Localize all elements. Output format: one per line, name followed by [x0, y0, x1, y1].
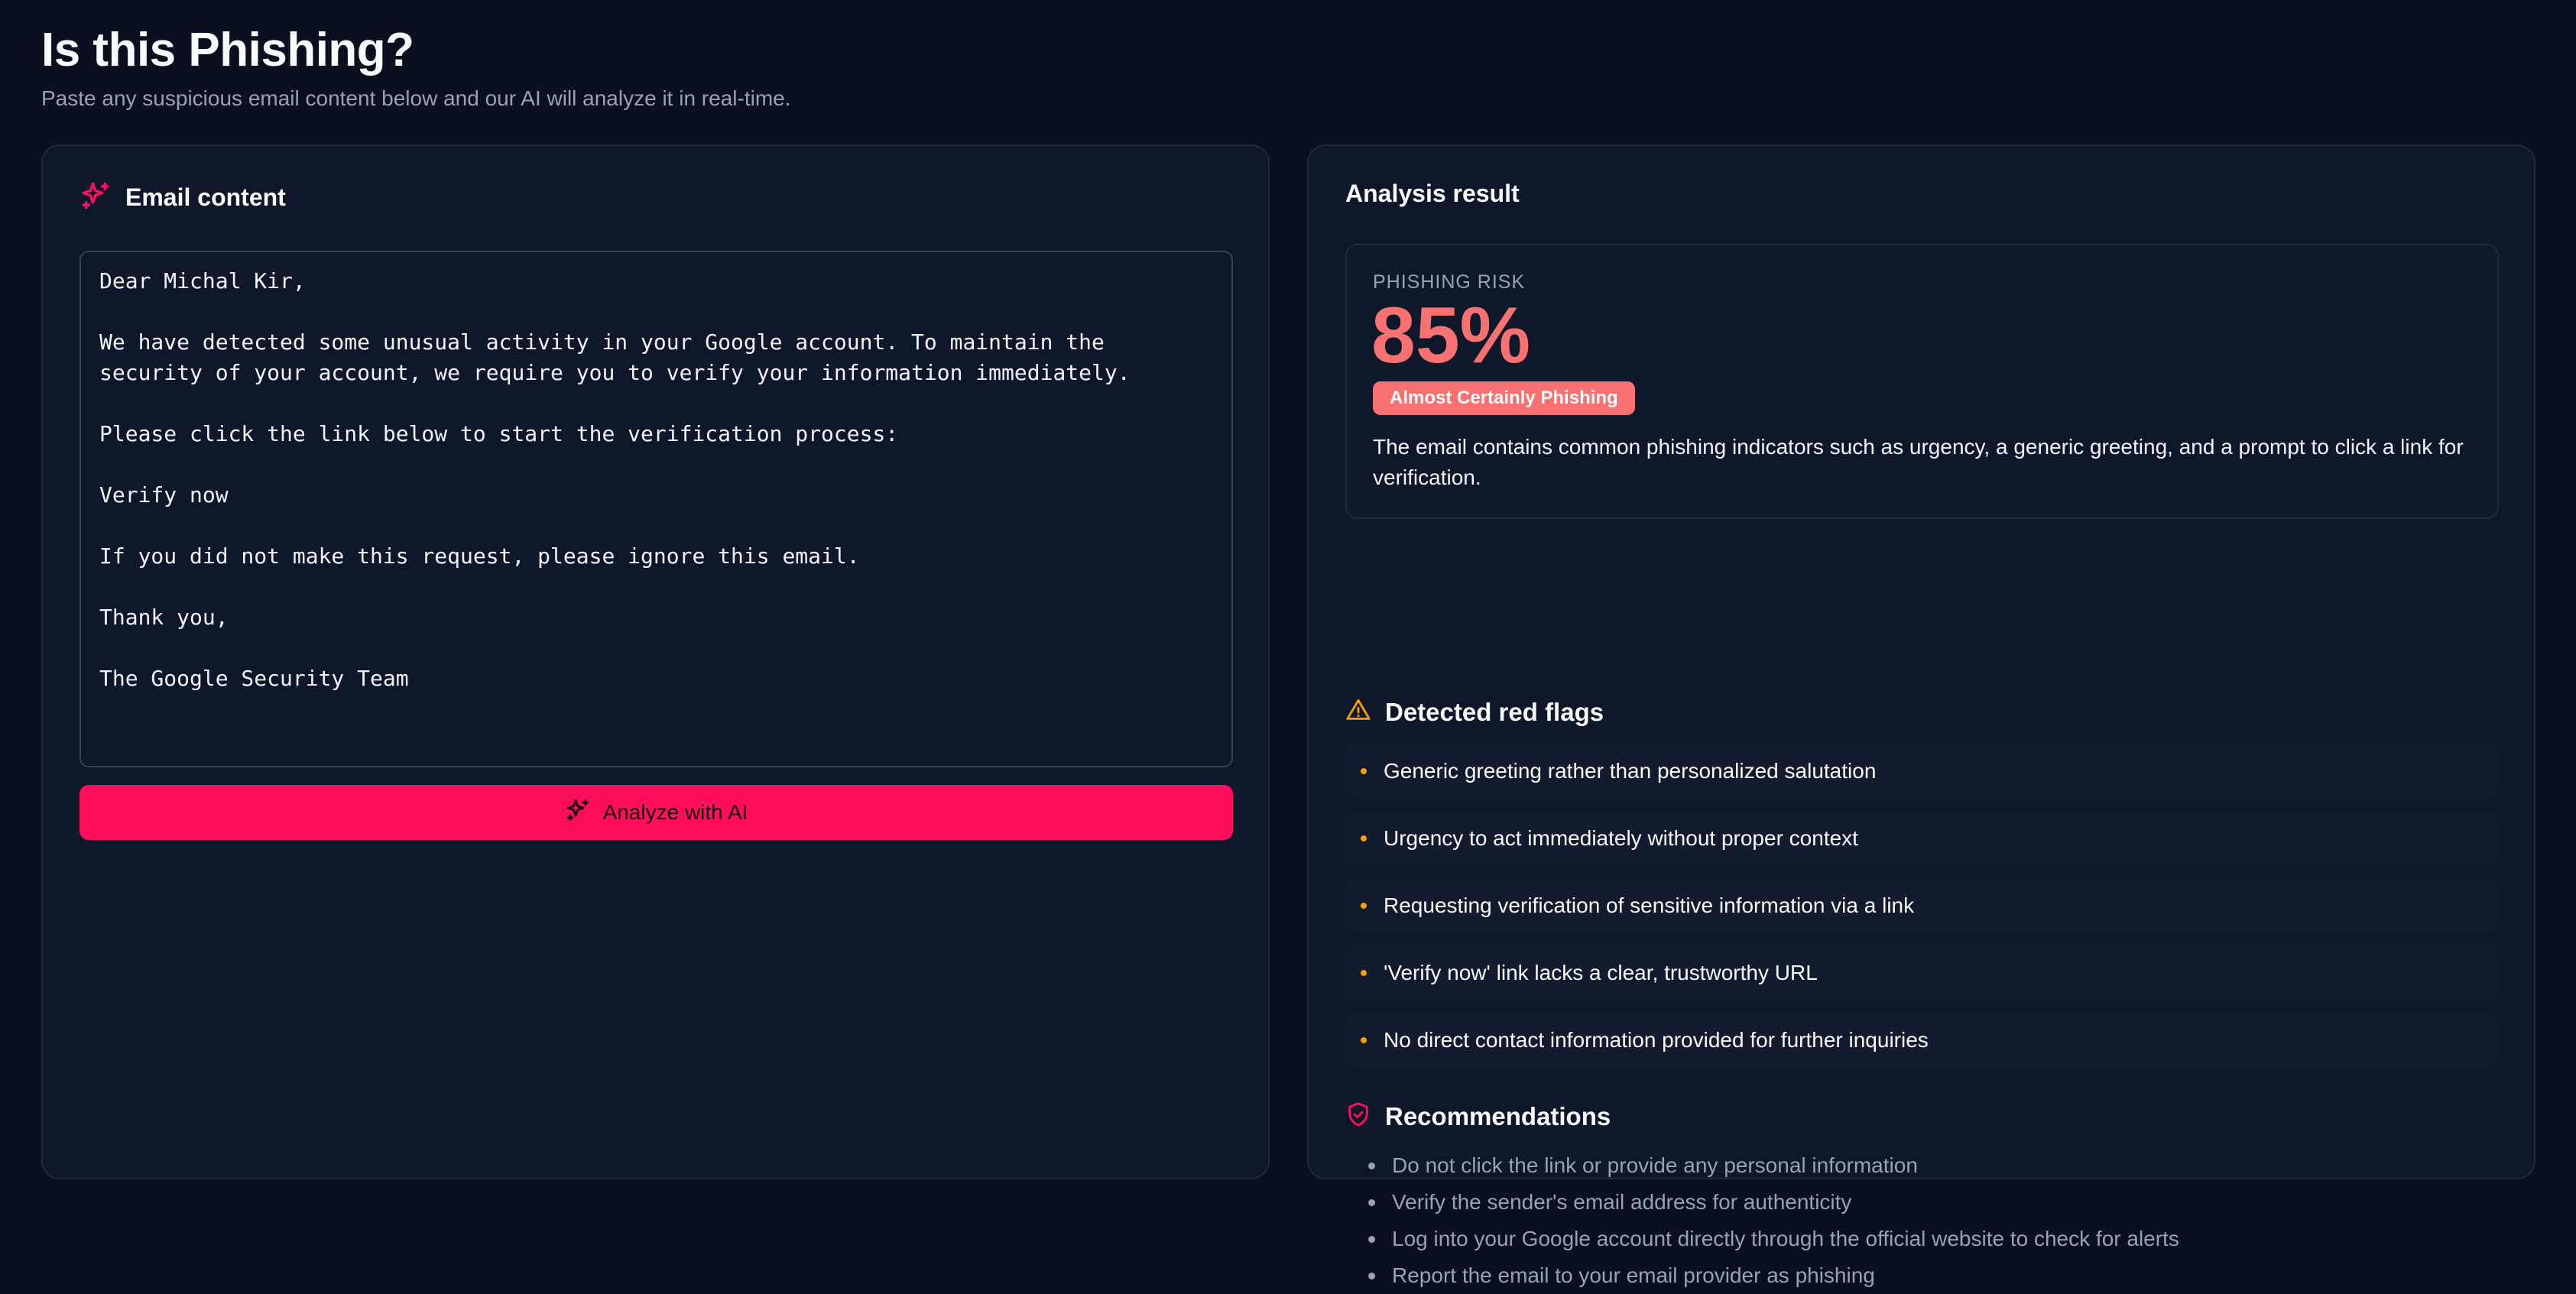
email-content-textarea[interactable]: Dear Michal Kir, We have detected some u…	[79, 251, 1233, 767]
list-item: Report the email to your email provider …	[1368, 1257, 2179, 1294]
recommendations-title: Recommendations	[1385, 1101, 1611, 1130]
recommendations-header: Recommendations	[1345, 1101, 1611, 1131]
page-subtitle: Paste any suspicious email content below…	[41, 86, 791, 110]
page-title: Is this Phishing?	[41, 24, 414, 76]
recommendations-list: Do not click the link or provide any per…	[1368, 1147, 2179, 1294]
flag-text: No direct contact information provided f…	[1384, 1028, 1929, 1052]
bullet-icon	[1361, 835, 1367, 842]
flag-text: 'Verify now' link lacks a clear, trustwo…	[1384, 961, 1818, 984]
risk-description: The email contains common phishing indic…	[1373, 435, 2464, 489]
risk-percentage: 85%	[1371, 291, 1531, 380]
recommendation-text: Report the email to your email provider …	[1392, 1263, 1875, 1287]
list-item: Generic greeting rather than personalize…	[1345, 744, 2499, 798]
email-card-title: Email content	[125, 183, 286, 211]
bullet-icon	[1368, 1198, 1375, 1206]
bullet-icon	[1361, 768, 1367, 774]
list-item: Verify the sender's email address for au…	[1368, 1184, 2179, 1221]
analyze-button-label: Analyze with AI	[602, 800, 748, 824]
list-item: Do not click the link or provide any per…	[1368, 1147, 2179, 1184]
list-item: Requesting verification of sensitive inf…	[1345, 879, 2499, 932]
email-input-card: Email content Dear Michal Kir, We have d…	[41, 144, 1270, 1179]
risk-label: PHISHING RISK	[1373, 271, 1526, 293]
analysis-result-card: Analysis result PHISHING RISK 85% Almost…	[1307, 144, 2535, 1287]
recommendation-text: Verify the sender's email address for au…	[1392, 1190, 1852, 1214]
bullet-icon	[1368, 1272, 1375, 1279]
list-item: 'Verify now' link lacks a clear, trustwo…	[1345, 946, 2499, 1000]
recommendation-text: Log into your Google account directly th…	[1392, 1227, 2179, 1250]
list-item: No direct contact information provided f…	[1345, 1013, 2499, 1067]
email-card-header: Email content	[79, 180, 286, 216]
bullet-icon	[1361, 970, 1367, 976]
recommendation-text: Do not click the link or provide any per…	[1392, 1153, 1918, 1177]
flag-text: Urgency to act immediately without prope…	[1384, 826, 1858, 850]
warning-triangle-icon	[1345, 697, 1371, 727]
sparkles-icon	[79, 180, 112, 216]
red-flags-list: Generic greeting rather than personalize…	[1345, 744, 2499, 1081]
flag-text: Generic greeting rather than personalize…	[1384, 759, 1877, 783]
red-flags-header: Detected red flags	[1345, 697, 1604, 727]
page-header: Is this Phishing? Paste any suspicious e…	[41, 23, 791, 112]
flag-text: Requesting verification of sensitive inf…	[1384, 893, 1915, 917]
sparkles-icon	[565, 797, 591, 829]
analyze-button[interactable]: Analyze with AI	[79, 785, 1233, 840]
bullet-icon	[1361, 1037, 1367, 1043]
page: Is this Phishing? Paste any suspicious e…	[0, 0, 2576, 1287]
bullet-icon	[1368, 1162, 1375, 1169]
bullet-icon	[1368, 1235, 1375, 1243]
bullet-icon	[1361, 903, 1367, 909]
list-item: Urgency to act immediately without prope…	[1345, 812, 2499, 865]
risk-badge: Almost Certainly Phishing	[1373, 381, 1635, 415]
red-flags-title: Detected red flags	[1385, 697, 1604, 726]
analysis-result-title: Analysis result	[1345, 180, 1520, 207]
phishing-risk-panel: PHISHING RISK 85% Almost Certainly Phish…	[1345, 244, 2499, 519]
shield-check-icon	[1345, 1101, 1371, 1131]
list-item: Log into your Google account directly th…	[1368, 1221, 2179, 1257]
